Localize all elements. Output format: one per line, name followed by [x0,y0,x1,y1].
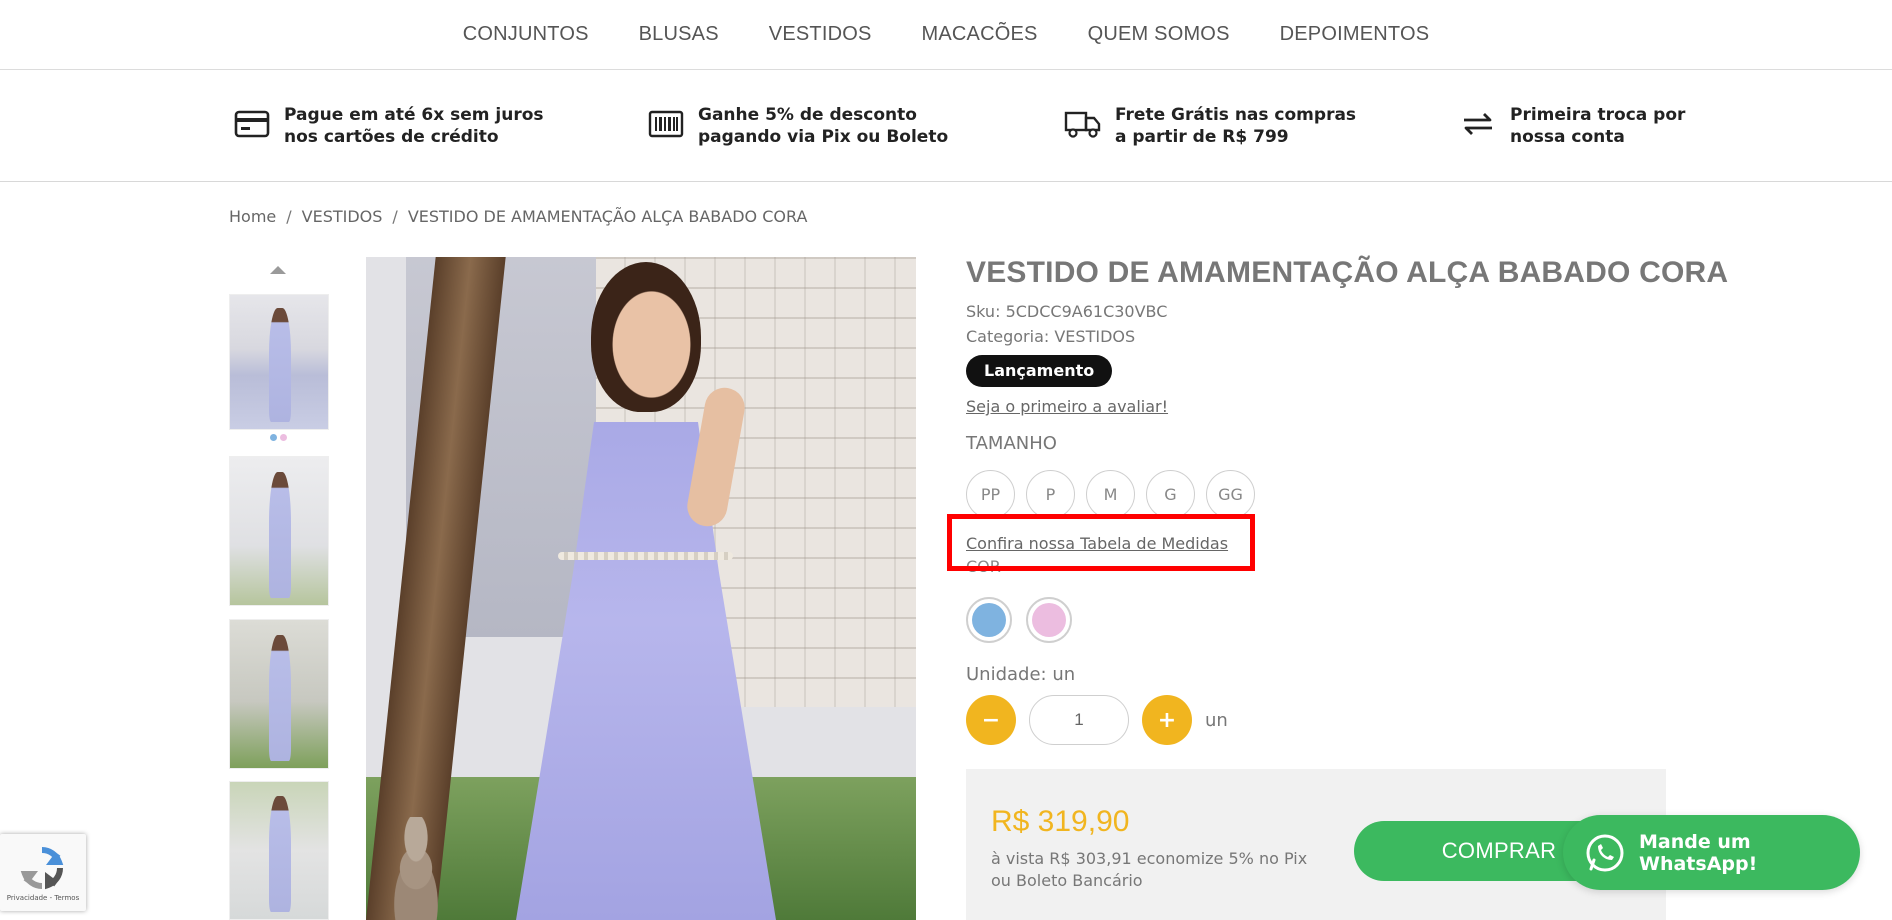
product-title: VESTIDO DE AMAMENTAÇÃO ALÇA BABADO CORA [966,256,1729,289]
buy-box: R$ 319,90 à vista R$ 303,91 economize 5%… [966,769,1666,920]
whatsapp-icon [1583,831,1627,875]
benefit-shipping-line2: a partir de R$ 799 [1115,127,1289,147]
size-option-gg[interactable]: GG [1206,470,1255,519]
benefit-pix-discount: Ganhe 5% de desconto pagando via Pix ou B… [646,104,948,148]
product-sku: Sku: 5CDCC9A61C30VBC [966,302,1167,321]
first-review-link[interactable]: Seja o primeiro a avaliar! [966,397,1168,416]
benefit-exchange-line1: Primeira troca por [1510,105,1686,125]
size-option-g[interactable]: G [1146,470,1195,519]
thumbnail-1[interactable] [229,294,329,430]
category-value[interactable]: VESTIDOS [1054,327,1135,346]
pix-discount-text: à vista R$ 303,91 economize 5% no Pix ou… [991,849,1308,890]
thumbnail-color-dots [270,434,287,441]
credit-card-icon [232,104,272,144]
benefit-installments: Pague em até 6x sem juros nos cartões de … [232,104,544,148]
breadcrumb-separator: / [392,207,398,226]
whatsapp-label: Mande um WhatsApp! [1639,830,1758,875]
quantity-unit: un [1205,709,1228,731]
nav-item-quem-somos[interactable]: QUEM SOMOS [1088,23,1230,46]
benefit-pix-line1: Ganhe 5% de desconto [698,105,917,125]
nav-item-conjuntos[interactable]: CONJUNTOS [463,23,589,46]
category-label: Categoria: [966,327,1050,346]
thumbnail-3[interactable] [229,619,329,769]
color-swatch-pink[interactable] [1026,597,1072,643]
quantity-input[interactable] [1029,695,1129,745]
barcode-icon [646,104,686,144]
size-option-pp[interactable]: PP [966,470,1015,519]
breadcrumb: Home / VESTIDOS / VESTIDO DE AMAMENTAÇÃO… [229,207,807,226]
breadcrumb-separator: / [286,207,292,226]
benefits-bar: Pague em até 6x sem juros nos cartões de … [0,70,1892,182]
whatsapp-button[interactable]: Mande um WhatsApp! [1563,815,1860,890]
breadcrumb-home[interactable]: Home [229,207,276,226]
recaptcha-badge[interactable]: Privacidade - Termos [0,834,86,911]
color-options [966,597,1072,643]
breadcrumb-current: VESTIDO DE AMAMENTAÇÃO ALÇA BABADO CORA [407,207,808,226]
benefit-free-shipping: Frete Grátis nas compras a partir de R$ 7… [1063,104,1356,148]
product-price: R$ 319,90 [991,805,1130,838]
unit-label: Unidade: un [966,664,1076,685]
recaptcha-text[interactable]: Privacidade - Termos [0,894,86,902]
size-options: PP P M G GG [966,470,1255,519]
size-option-m[interactable]: M [1086,470,1135,519]
benefit-shipping-line1: Frete Grátis nas compras [1115,105,1357,125]
quantity-increase-button[interactable]: + [1142,695,1192,745]
benefit-installments-line1: Pague em até 6x sem juros [284,105,544,125]
thumbnail-dot-blue [270,434,277,441]
nav-item-depoimentos[interactable]: DEPOIMENTOS [1280,23,1430,46]
benefit-exchange-line2: nossa conta [1510,127,1625,147]
breadcrumb-category[interactable]: VESTIDOS [302,207,383,226]
quantity-stepper: − + un [966,695,1228,745]
thumbnail-dot-pink [280,434,287,441]
sku-value: 5CDCC9A61C30VBC [1005,302,1168,321]
nav-item-blusas[interactable]: BLUSAS [639,23,719,46]
product-main-image[interactable] [366,257,916,920]
thumbnail-2[interactable] [229,456,329,606]
nav-item-vestidos[interactable]: VESTIDOS [769,23,872,46]
exchange-arrows-icon [1458,104,1498,144]
delivery-truck-icon [1063,104,1103,144]
main-nav: CONJUNTOS BLUSAS VESTIDOS MACACÕES QUEM … [0,0,1892,70]
sku-label: Sku: [966,302,1001,321]
benefit-first-exchange: Primeira troca por nossa conta [1458,104,1685,148]
thumbnails-up-arrow-icon[interactable] [270,266,286,274]
thumbnail-4[interactable] [229,781,329,920]
benefit-installments-line2: nos cartões de crédito [284,127,499,147]
size-option-p[interactable]: P [1026,470,1075,519]
color-swatch-blue[interactable] [966,597,1012,643]
product-category: Categoria: VESTIDOS [966,327,1135,346]
launch-badge: Lançamento [966,355,1113,387]
size-label: TAMANHO [966,433,1057,454]
nav-item-macacoes[interactable]: MACACÕES [922,23,1038,46]
benefit-pix-line2: pagando via Pix ou Boleto [698,127,949,147]
highlight-box [947,514,1255,571]
quantity-decrease-button[interactable]: − [966,695,1016,745]
recaptcha-icon [18,844,66,892]
